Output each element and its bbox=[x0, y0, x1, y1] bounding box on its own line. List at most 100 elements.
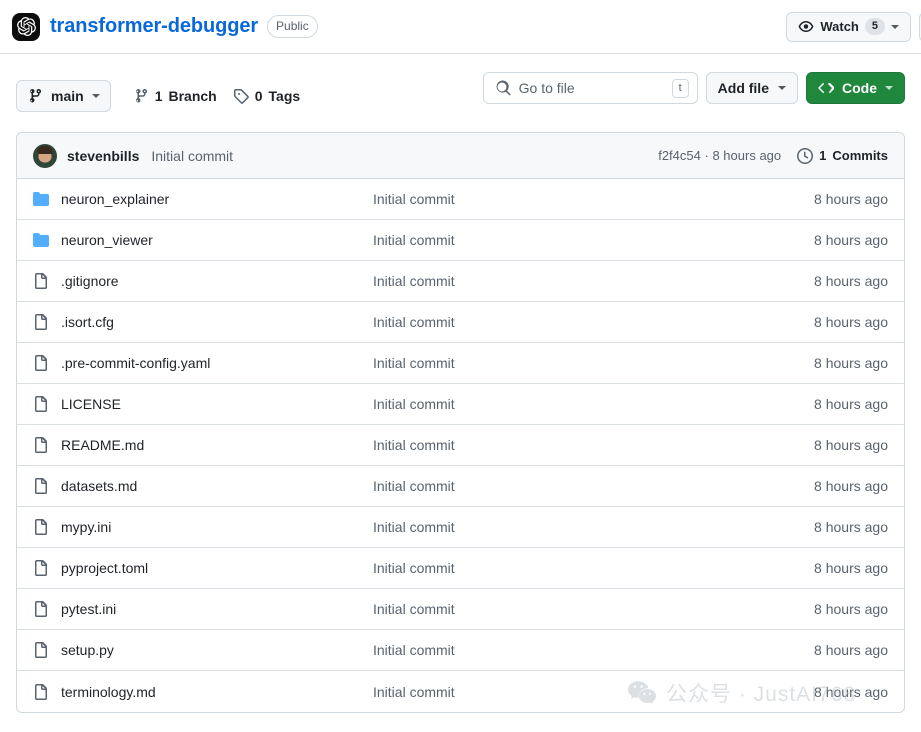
chevron-down-icon bbox=[92, 94, 100, 98]
watch-button[interactable]: Watch 5 bbox=[786, 12, 911, 42]
row-commit-message[interactable]: Initial commit bbox=[373, 191, 814, 207]
file-link[interactable]: .isort.cfg bbox=[61, 314, 373, 330]
commit-author[interactable]: stevenbills bbox=[67, 148, 139, 164]
avatar bbox=[33, 144, 57, 168]
row-commit-message[interactable]: Initial commit bbox=[373, 437, 814, 453]
table-row: terminology.mdInitial commit8 hours ago bbox=[17, 671, 904, 712]
chevron-down-icon bbox=[885, 86, 893, 90]
search-input[interactable]: Go to file t bbox=[483, 72, 698, 104]
row-commit-time: 8 hours ago bbox=[814, 396, 888, 412]
document-icon bbox=[33, 273, 49, 289]
watch-count: 5 bbox=[865, 18, 885, 35]
branch-selector[interactable]: main bbox=[16, 80, 111, 112]
code-button[interactable]: Code bbox=[806, 72, 905, 104]
table-row: mypy.iniInitial commit8 hours ago bbox=[17, 507, 904, 548]
repo-name[interactable]: transformer-debugger bbox=[50, 15, 258, 38]
file-link[interactable]: mypy.ini bbox=[61, 519, 373, 535]
commit-sha-group: f2f4c54 · 8 hours ago bbox=[658, 148, 781, 163]
document-icon bbox=[33, 437, 49, 453]
tag-icon bbox=[233, 88, 249, 104]
table-row: pyproject.tomlInitial commit8 hours ago bbox=[17, 548, 904, 589]
file-link[interactable]: LICENSE bbox=[61, 396, 373, 412]
commit-relative-time: 8 hours ago bbox=[712, 148, 781, 163]
document-icon bbox=[33, 355, 49, 371]
file-link[interactable]: datasets.md bbox=[61, 478, 373, 494]
row-commit-time: 8 hours ago bbox=[814, 437, 888, 453]
commits-count-link[interactable]: 1 Commits bbox=[797, 148, 888, 164]
file-row-list: neuron_explainerInitial commit8 hours ag… bbox=[17, 179, 904, 712]
table-row: setup.pyInitial commit8 hours ago bbox=[17, 630, 904, 671]
visibility-badge: Public bbox=[267, 15, 318, 38]
table-row: .pre-commit-config.yamlInitial commit8 h… bbox=[17, 343, 904, 384]
document-icon bbox=[33, 684, 49, 700]
document-icon bbox=[33, 314, 49, 330]
add-file-button[interactable]: Add file bbox=[706, 72, 798, 104]
row-commit-time: 8 hours ago bbox=[814, 519, 888, 535]
row-commit-message[interactable]: Initial commit bbox=[373, 478, 814, 494]
commit-sha[interactable]: f2f4c54 bbox=[658, 148, 701, 163]
tag-count-link[interactable]: 0 Tags bbox=[233, 88, 300, 104]
row-commit-time: 8 hours ago bbox=[814, 355, 888, 371]
file-link[interactable]: .pre-commit-config.yaml bbox=[61, 355, 373, 371]
document-icon bbox=[33, 601, 49, 617]
row-commit-message[interactable]: Initial commit bbox=[373, 232, 814, 248]
row-commit-message[interactable]: Initial commit bbox=[373, 396, 814, 412]
branch-count-label: Branch bbox=[168, 88, 216, 104]
chevron-down-icon bbox=[778, 86, 786, 90]
repo-toolbar: main 1 Branch 0 Tags bbox=[0, 54, 921, 120]
document-icon bbox=[33, 396, 49, 412]
row-commit-message[interactable]: Initial commit bbox=[373, 601, 814, 617]
refs-meta: 1 Branch 0 Tags bbox=[133, 88, 300, 104]
directory-link[interactable]: neuron_viewer bbox=[61, 232, 373, 248]
directory-link[interactable]: neuron_explainer bbox=[61, 191, 373, 207]
watch-label: Watch bbox=[820, 19, 859, 34]
table-row: neuron_explainerInitial commit8 hours ag… bbox=[17, 179, 904, 220]
eye-icon bbox=[798, 19, 814, 35]
row-commit-message[interactable]: Initial commit bbox=[373, 684, 814, 700]
table-row: neuron_viewerInitial commit8 hours ago bbox=[17, 220, 904, 261]
repo-header: transformer-debugger Public Watch 5 bbox=[0, 0, 921, 54]
document-icon bbox=[33, 560, 49, 576]
add-file-label: Add file bbox=[718, 80, 769, 96]
row-commit-time: 8 hours ago bbox=[814, 314, 888, 330]
row-commit-time: 8 hours ago bbox=[814, 191, 888, 207]
row-commit-message[interactable]: Initial commit bbox=[373, 642, 814, 658]
git-branch-icon bbox=[133, 88, 149, 104]
row-commit-time: 8 hours ago bbox=[814, 642, 888, 658]
commits-count-value: 1 bbox=[819, 148, 826, 163]
file-link[interactable]: README.md bbox=[61, 437, 373, 453]
document-icon bbox=[33, 642, 49, 658]
row-commit-message[interactable]: Initial commit bbox=[373, 314, 814, 330]
code-label: Code bbox=[842, 80, 877, 96]
chevron-down-icon bbox=[891, 25, 899, 29]
file-link[interactable]: pytest.ini bbox=[61, 601, 373, 617]
file-link[interactable]: terminology.md bbox=[61, 684, 373, 700]
commit-message[interactable]: Initial commit bbox=[151, 148, 233, 164]
table-row: .isort.cfgInitial commit8 hours ago bbox=[17, 302, 904, 343]
openai-logo-icon bbox=[12, 13, 40, 41]
git-branch-icon bbox=[27, 88, 43, 104]
row-commit-time: 8 hours ago bbox=[814, 478, 888, 494]
toolbar-right: Go to file t Add file Code bbox=[483, 72, 905, 104]
tag-count-value: 0 bbox=[255, 88, 263, 104]
file-link[interactable]: setup.py bbox=[61, 642, 373, 658]
search-icon bbox=[495, 80, 511, 96]
folder-icon bbox=[33, 232, 49, 248]
history-icon bbox=[797, 148, 813, 164]
file-link[interactable]: .gitignore bbox=[61, 273, 373, 289]
latest-commit-bar: stevenbills Initial commit f2f4c54 · 8 h… bbox=[17, 133, 904, 179]
row-commit-message[interactable]: Initial commit bbox=[373, 560, 814, 576]
document-icon bbox=[33, 478, 49, 494]
search-placeholder: Go to file bbox=[519, 80, 664, 96]
row-commit-time: 8 hours ago bbox=[814, 273, 888, 289]
document-icon bbox=[33, 519, 49, 535]
row-commit-time: 8 hours ago bbox=[814, 601, 888, 617]
row-commit-message[interactable]: Initial commit bbox=[373, 355, 814, 371]
commit-meta: f2f4c54 · 8 hours ago 1 Commits bbox=[658, 148, 888, 164]
row-commit-time: 8 hours ago bbox=[814, 684, 888, 700]
branch-count-link[interactable]: 1 Branch bbox=[133, 88, 217, 104]
row-commit-message[interactable]: Initial commit bbox=[373, 273, 814, 289]
row-commit-message[interactable]: Initial commit bbox=[373, 519, 814, 535]
file-link[interactable]: pyproject.toml bbox=[61, 560, 373, 576]
branch-label: main bbox=[51, 88, 84, 104]
